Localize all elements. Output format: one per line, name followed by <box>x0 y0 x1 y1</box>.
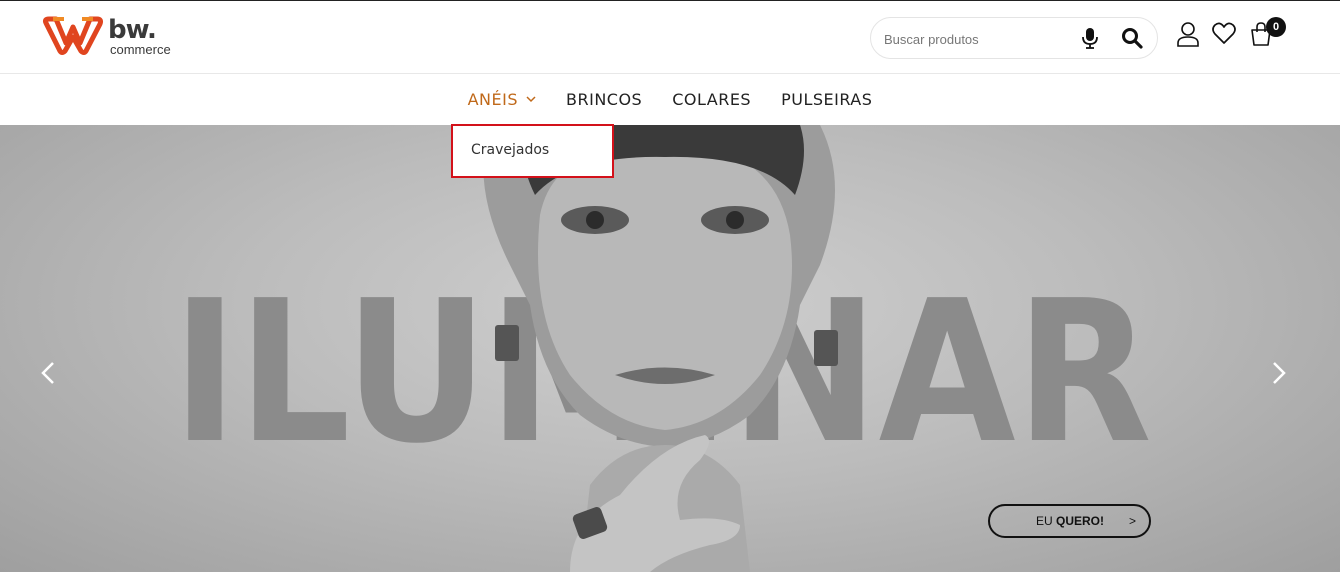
hero-banner[interactable]: ILUMINAR EU QUERO! > <box>0 125 1340 572</box>
nav-item-aneis[interactable]: ANÉIS <box>453 90 551 109</box>
nav-item-label: ANÉIS <box>467 90 518 109</box>
heart-icon[interactable] <box>1212 21 1236 47</box>
logo-mark-icon <box>42 16 104 55</box>
cta-strong-text: QUERO! <box>1056 514 1105 528</box>
cta-arrow: > <box>1129 514 1137 528</box>
cta-label: EU QUERO! <box>1036 514 1104 528</box>
carousel-next-arrow[interactable] <box>1268 361 1288 385</box>
model-portrait-image <box>483 125 838 572</box>
nav-item-pulseiras[interactable]: PULSEIRAS <box>766 90 887 109</box>
nav-item-label: COLARES <box>672 90 752 109</box>
mic-icon[interactable] <box>1081 27 1099 49</box>
nav-item-brincos[interactable]: BRINCOS <box>551 90 657 109</box>
chevron-down-icon <box>526 96 536 103</box>
nav-item-label: PULSEIRAS <box>781 90 873 109</box>
nav-item-label: BRINCOS <box>566 90 643 109</box>
site-header: bw. commerce 0 <box>0 0 1340 74</box>
user-icon[interactable] <box>1176 21 1200 47</box>
logo-tagline: commerce <box>110 42 171 57</box>
logo[interactable]: bw. commerce <box>42 15 171 56</box>
aneis-dropdown-menu: Cravejados <box>451 124 614 178</box>
main-navigation: ANÉIS BRINCOS COLARES PULSEIRAS <box>0 74 1340 125</box>
nav-item-colares[interactable]: COLARES <box>657 90 766 109</box>
search-bar <box>870 17 1158 59</box>
carousel-prev-arrow[interactable] <box>39 361 59 385</box>
cart-count-badge: 0 <box>1266 17 1286 37</box>
cta-prefix: EU <box>1036 514 1053 528</box>
search-icon[interactable] <box>1121 27 1143 49</box>
logo-brand-text: bw. <box>108 15 157 45</box>
eu-quero-button[interactable]: EU QUERO! > <box>988 504 1151 538</box>
search-input[interactable] <box>884 28 1074 50</box>
dropdown-item-cravejados[interactable]: Cravejados <box>471 142 549 158</box>
